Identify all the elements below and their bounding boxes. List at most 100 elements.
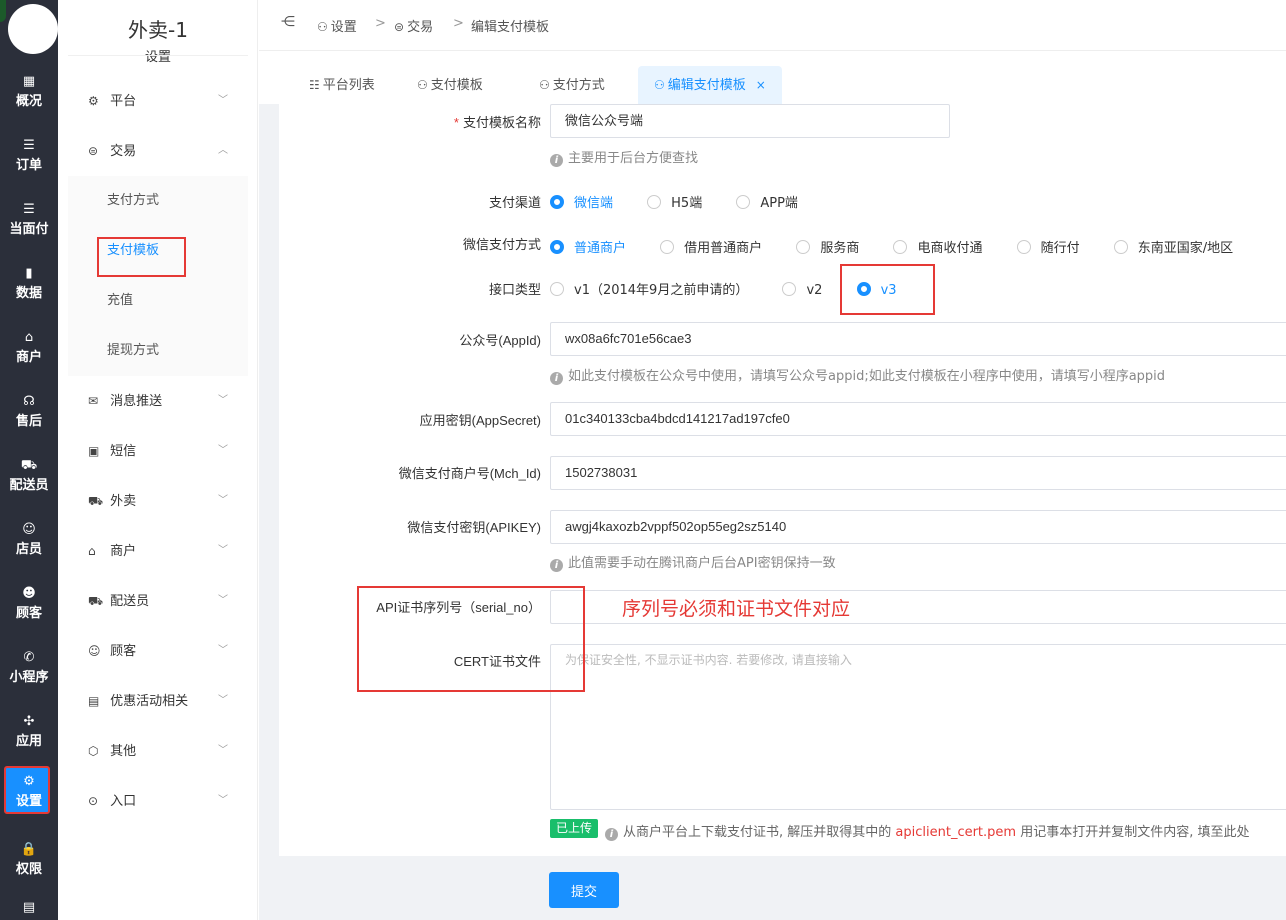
rail-item-orders[interactable]: ☰ 订单 xyxy=(0,128,58,186)
highlight-box xyxy=(97,237,186,277)
uploaded-badge: 已上传 xyxy=(550,819,599,838)
radio-southeast-asia[interactable]: 东南亚国家/地区 xyxy=(1113,237,1233,256)
hint-text: 如此支付模板在公众号中使用，请填写公众号appid;如此支付模板在小程序中使用，… xyxy=(568,369,1166,384)
rail-item-settings[interactable]: ⚙ 设置 xyxy=(0,764,58,822)
appid-label: 公众号(AppId) xyxy=(459,333,541,348)
radio-normal-merchant[interactable]: 普通商户 xyxy=(550,237,626,256)
apps-icon: ✣ xyxy=(23,714,35,729)
radio-dot xyxy=(550,240,564,254)
name-hint: i 主要用于后台方便查找 xyxy=(550,147,698,167)
mchid-input[interactable]: 1502738031 xyxy=(550,456,1286,490)
close-icon[interactable]: × xyxy=(756,78,766,92)
secret-label: 应用密钥(AppSecret) xyxy=(419,413,541,428)
tab-platform-list[interactable]: ☷ 平台列表 xyxy=(293,66,391,104)
sidebar-item-trade[interactable]: ⊜ 交易 ︿ xyxy=(58,131,258,171)
trade-icon: ⊜ xyxy=(394,20,405,34)
sidebar-sub-recharge[interactable]: 充值 xyxy=(68,281,248,321)
trade-icon: ⊜ xyxy=(88,144,99,158)
hexagon-icon: ⬡ xyxy=(88,744,99,758)
radio-borrow-merchant[interactable]: 借用普通商户 xyxy=(660,237,762,256)
user-icon: ⚇ xyxy=(317,20,328,34)
tab-pay-methods[interactable]: ⚇ 支付方式 xyxy=(523,66,621,104)
appid-input[interactable]: wx08a6fc701e56cae3 xyxy=(550,322,1286,356)
radio-suixingfu[interactable]: 随行付 xyxy=(1016,237,1080,256)
rail-item-merchants[interactable]: ⌂ 商户 xyxy=(0,320,58,378)
tab-edit-pay-template[interactable]: ⚇ 编辑支付模板 × xyxy=(638,66,782,104)
scooter-icon: ⛟ xyxy=(20,458,38,473)
sidebar-item-couriers[interactable]: ⛟ 配送员 ﹀ xyxy=(58,581,258,621)
cert-textarea[interactable]: 为保证安全性, 不显示证书内容. 若要修改, 请直接输入 xyxy=(550,644,1286,810)
rail-item-face-pay[interactable]: ☰ 当面付 xyxy=(0,192,58,250)
hint-text: 主要用于后台方便查找 xyxy=(568,151,699,166)
apikey-hint: i 此值需要手动在腾讯商户后台API密钥保持一致 xyxy=(550,552,836,572)
radio-app[interactable]: APP端 xyxy=(736,192,798,211)
chevron-up-icon: ︿ xyxy=(218,145,228,156)
rail-item-apps[interactable]: ✣ 应用 xyxy=(0,704,58,762)
info-icon: i xyxy=(605,828,618,841)
hint-text: 从商户平台上下载支付证书, 解压并取得其中的 xyxy=(623,825,896,840)
radio-label: v2 xyxy=(806,283,823,298)
rail-item-data[interactable]: ▮ 数据 xyxy=(0,256,58,314)
radio-h5[interactable]: H5端 xyxy=(647,192,702,211)
breadcrumb-label: 交易 xyxy=(407,20,434,35)
app-secret-input[interactable]: 01c340133cba4bdcd141217ad197cfe0 xyxy=(550,402,1286,436)
shop-icon: ⌂ xyxy=(24,330,34,345)
rail-item-permissions[interactable]: 🔒 权限 xyxy=(0,832,58,890)
chevron-down-icon: ﹀ xyxy=(218,95,228,106)
sidebar-item-entry[interactable]: ⊙ 入口 ﹀ xyxy=(58,781,258,821)
sidebar-sub-withdraw[interactable]: 提现方式 xyxy=(68,331,248,371)
rail-item-staff[interactable]: ☺ 店员 xyxy=(0,512,58,570)
radio-v2[interactable]: v2 xyxy=(782,282,822,298)
appid-hint: i 如此支付模板在公众号中使用，请填写公众号appid;如此支付模板在小程序中使用… xyxy=(550,365,1165,385)
rail-item-overview[interactable]: ▦ 概况 xyxy=(0,64,58,122)
sidebar-item-promotions[interactable]: ▤ 优惠活动相关 ﹀ xyxy=(58,681,258,721)
radio-v1[interactable]: v1（2014年9月之前申请的） xyxy=(550,279,748,298)
sidebar-item-sms[interactable]: ▣ 短信 ﹀ xyxy=(58,431,258,471)
sidebar-sub-pay-methods[interactable]: 支付方式 xyxy=(68,181,248,221)
sidebar-item-push[interactable]: ✉ 消息推送 ﹀ xyxy=(58,381,258,421)
rail-item-label: 应用 xyxy=(15,733,42,748)
radio-dot xyxy=(550,195,564,209)
tab-bar: ☷ 平台列表 ⚇ 支付模板 ⚇ 支付方式 ⚇ 编辑支付模板 × xyxy=(259,52,1286,104)
template-name-input[interactable]: 微信公众号端 xyxy=(550,104,950,138)
sidebar-item-other[interactable]: ⬡ 其他 ﹀ xyxy=(58,731,258,771)
info-icon: i xyxy=(550,559,563,572)
radio-label: 微信端 xyxy=(574,196,614,211)
radio-label: 借用普通商户 xyxy=(684,241,763,256)
sidebar-item-customers[interactable]: ☺ 顾客 ﹀ xyxy=(58,631,258,671)
radio-wechat[interactable]: 微信端 xyxy=(550,192,613,211)
lock-icon: 🔒 xyxy=(20,842,38,857)
gift-icon: ▤ xyxy=(88,694,100,708)
rail-item-label: 权限 xyxy=(15,861,42,876)
avatar[interactable] xyxy=(8,4,58,54)
radio-service-provider[interactable]: 服务商 xyxy=(796,237,859,256)
rail-item-mini-program[interactable]: ✆ 小程序 xyxy=(0,640,58,698)
submit-button[interactable]: 提交 xyxy=(549,872,619,908)
sub-sidebar: 外卖-1 设置 ⚙ 平台 ﹀ ⊜ 交易 ︿ 支付方式 支付模板 充值 提现方式 … xyxy=(58,0,258,920)
rail-item-couriers[interactable]: ⛟ 配送员 xyxy=(0,448,58,506)
collapse-menu-icon[interactable]: ⋲ xyxy=(281,14,295,30)
sidebar-item-label: 其他 xyxy=(110,744,137,759)
radio-label: H5端 xyxy=(671,196,703,211)
sidebar-item-label: 优惠活动相关 xyxy=(110,694,189,709)
edit-template-form: * 支付模板名称 微信公众号端 i 主要用于后台方便查找 支付渠道 微信端 H5端 … xyxy=(279,104,1286,856)
tab-label: 平台列表 xyxy=(322,78,375,93)
sidebar-item-merchants[interactable]: ⌂ 商户 ﹀ xyxy=(58,531,258,571)
sidebar-sub-pay-templates[interactable]: 支付模板 xyxy=(68,231,248,277)
method-radio-group: 普通商户 借用普通商户 服务商 电商收付通 随行付 东南亚国家/地区 xyxy=(550,237,1263,256)
breadcrumb-trade[interactable]: ⊜ 交易 xyxy=(394,16,433,35)
tab-pay-templates[interactable]: ⚇ 支付模板 xyxy=(401,66,499,104)
sidebar-item-takeout[interactable]: ⛟ 外卖 ﹀ xyxy=(58,481,258,521)
breadcrumb-settings[interactable]: ⚇ 设置 xyxy=(317,16,357,35)
rail-item-more[interactable]: ▤ xyxy=(0,896,58,920)
radio-ecommerce[interactable]: 电商收付通 xyxy=(893,237,982,256)
radio-dot xyxy=(660,240,675,254)
sidebar-item-platform[interactable]: ⚙ 平台 ﹀ xyxy=(58,81,258,121)
rail-item-after-sales[interactable]: ☊ 售后 xyxy=(0,384,58,442)
rail-item-customers[interactable]: ☻ 顾客 xyxy=(0,576,58,634)
chevron-down-icon: ﹀ xyxy=(218,545,228,556)
chevron-down-icon: ﹀ xyxy=(218,645,228,656)
people-icon: ☺ xyxy=(22,522,36,537)
apikey-input[interactable]: awgj4kaxozb2vppf502op55eg2sz5140 xyxy=(550,510,1286,544)
chevron-down-icon: ﹀ xyxy=(218,445,228,456)
